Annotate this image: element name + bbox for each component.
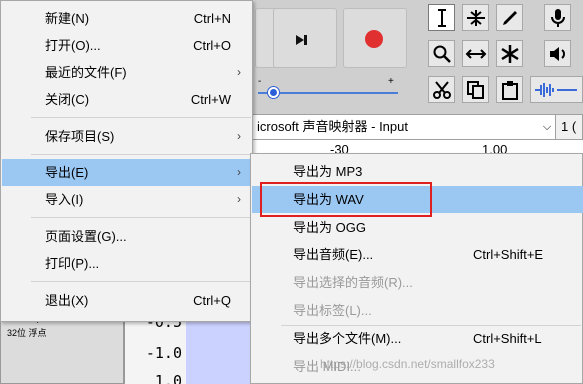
menu-item-label: 导出多个文件(M)...: [293, 331, 402, 346]
menu-item-label: 页面设置(G)...: [45, 229, 127, 244]
speaker-meter-button[interactable]: [544, 40, 571, 67]
double-arrow-icon: [465, 48, 486, 59]
menu-item-export-multiple[interactable]: 导出多个文件(M)... Ctrl+Shift+L: [252, 325, 583, 352]
trim-button[interactable]: [530, 76, 583, 103]
menu-item-export-selected-audio: 导出选择的音频(R)...: [252, 269, 583, 296]
pencil-icon: [502, 10, 517, 25]
menu-item-save-project[interactable]: 保存项目(S) ›: [2, 123, 253, 150]
menu-item-label: 导出音频(E)...: [293, 247, 374, 262]
time-shift-tool[interactable]: [462, 40, 489, 67]
menu-item-label: 保存项目(S): [45, 129, 115, 144]
menu-item-label: 导出(E): [45, 165, 89, 180]
waveform-icon: [534, 82, 577, 97]
microphone-icon: [550, 8, 565, 27]
watermark: https://blog.csdn.net/smallfox233: [320, 357, 495, 371]
paste-button[interactable]: [496, 76, 523, 103]
menu-item-shortcut: Ctrl+W: [190, 92, 231, 107]
asterisk-icon: [500, 44, 519, 63]
i-beam-icon: [437, 8, 446, 27]
clipboard-icon: [501, 80, 518, 100]
skip-end-icon: [296, 35, 307, 45]
multi-tool[interactable]: [496, 40, 523, 67]
menu-item-label: 导入(I): [45, 192, 84, 207]
speaker-icon: [549, 46, 565, 61]
menu-item-page-setup[interactable]: 页面设置(G)...: [2, 223, 253, 250]
envelope-tool[interactable]: [462, 4, 489, 31]
recording-device-label: icrosoft 声音映射器 - Input: [257, 119, 408, 134]
menu-item-label: 退出(X): [45, 293, 89, 308]
menu-item-close[interactable]: 关闭(C) Ctrl+W: [2, 86, 253, 113]
slider-minus: -: [258, 76, 262, 87]
menu-item-label: 导出为 OGG: [293, 220, 366, 235]
scale-label: -1.0: [145, 344, 182, 362]
menu-item-shortcut: Ctrl+Q: [193, 293, 231, 308]
menu-item-export-labels: 导出标签(L)...: [252, 297, 583, 324]
record-icon: [365, 30, 383, 48]
menu-item-export[interactable]: 导出(E) ›: [2, 159, 253, 186]
menu-item-shortcut: Ctrl+O: [193, 38, 231, 53]
menu-separator: [31, 154, 251, 155]
menu-item-label: 导出选择的音频(R)...: [293, 275, 413, 290]
mic-meter-button[interactable]: [544, 4, 571, 31]
chevron-right-icon: ›: [237, 192, 241, 206]
menu-item-label: 打开(O)...: [45, 38, 101, 53]
menu-separator: [31, 117, 251, 118]
menu-item-recent-files[interactable]: 最近的文件(F) ›: [2, 59, 253, 86]
menu-item-export-audio[interactable]: 导出音频(E)... Ctrl+Shift+E: [252, 241, 583, 268]
menu-item-shortcut: Ctrl+Shift+E: [473, 247, 544, 262]
volume-slider-track: [258, 92, 398, 94]
selection-tool[interactable]: [428, 4, 455, 31]
menu-item-open[interactable]: 打开(O)... Ctrl+O: [2, 32, 253, 59]
file-menu: 新建(N) Ctrl+N 打开(O)... Ctrl+O 最近的文件(F) › …: [0, 0, 253, 322]
menu-item-shortcut: Ctrl+N: [193, 11, 231, 26]
envelope-icon: [466, 9, 485, 26]
copy-icon: [466, 80, 484, 99]
chevron-right-icon: ›: [237, 129, 241, 143]
zoom-tool[interactable]: [428, 40, 455, 67]
menu-item-new[interactable]: 新建(N) Ctrl+N: [2, 5, 253, 32]
chevron-right-icon: ›: [237, 165, 241, 179]
track-bitdepth: 32位 浮点: [7, 328, 47, 338]
skip-end-button[interactable]: [273, 8, 337, 68]
annotation-highlight-box: [260, 182, 432, 217]
device-toolbar: icrosoft 声音映射器 - Input ⌵ 1 (: [252, 114, 583, 140]
draw-tool[interactable]: [496, 4, 523, 31]
volume-slider-knob[interactable]: [268, 87, 279, 98]
recording-device-select[interactable]: icrosoft 声音映射器 - Input: [253, 115, 556, 139]
menu-separator: [31, 217, 251, 218]
chevron-right-icon: ›: [237, 65, 241, 79]
menu-item-export-ogg[interactable]: 导出为 OGG: [252, 214, 583, 241]
scissors-icon: [432, 80, 451, 99]
cut-button[interactable]: [428, 76, 455, 103]
menu-item-label: 打印(P)...: [45, 256, 100, 271]
record-button[interactable]: [343, 8, 407, 68]
menu-item-label: 新建(N): [45, 11, 90, 26]
menu-item-export-mp3[interactable]: 导出为 MP3: [252, 158, 583, 185]
chevron-down-icon[interactable]: ⌵: [539, 115, 555, 139]
menu-item-print[interactable]: 打印(P)...: [2, 250, 253, 277]
magnifier-icon: [433, 45, 451, 63]
menu-item-shortcut: Ctrl+Shift+L: [473, 331, 542, 346]
menu-item-label: 关闭(C): [45, 92, 90, 107]
menu-separator: [31, 281, 251, 282]
menu-item-import[interactable]: 导入(I) ›: [2, 186, 253, 213]
menu-item-label: 导出标签(L)...: [293, 303, 372, 318]
menu-item-exit[interactable]: 退出(X) Ctrl+Q: [2, 287, 253, 314]
copy-button[interactable]: [462, 76, 489, 103]
menu-item-label: 导出为 MP3: [293, 164, 363, 179]
menu-item-label: 最近的文件(F): [45, 65, 127, 80]
slider-plus: +: [388, 76, 394, 87]
scale-label: 1.0: [154, 372, 182, 384]
channels-select[interactable]: 1 (: [561, 115, 576, 139]
